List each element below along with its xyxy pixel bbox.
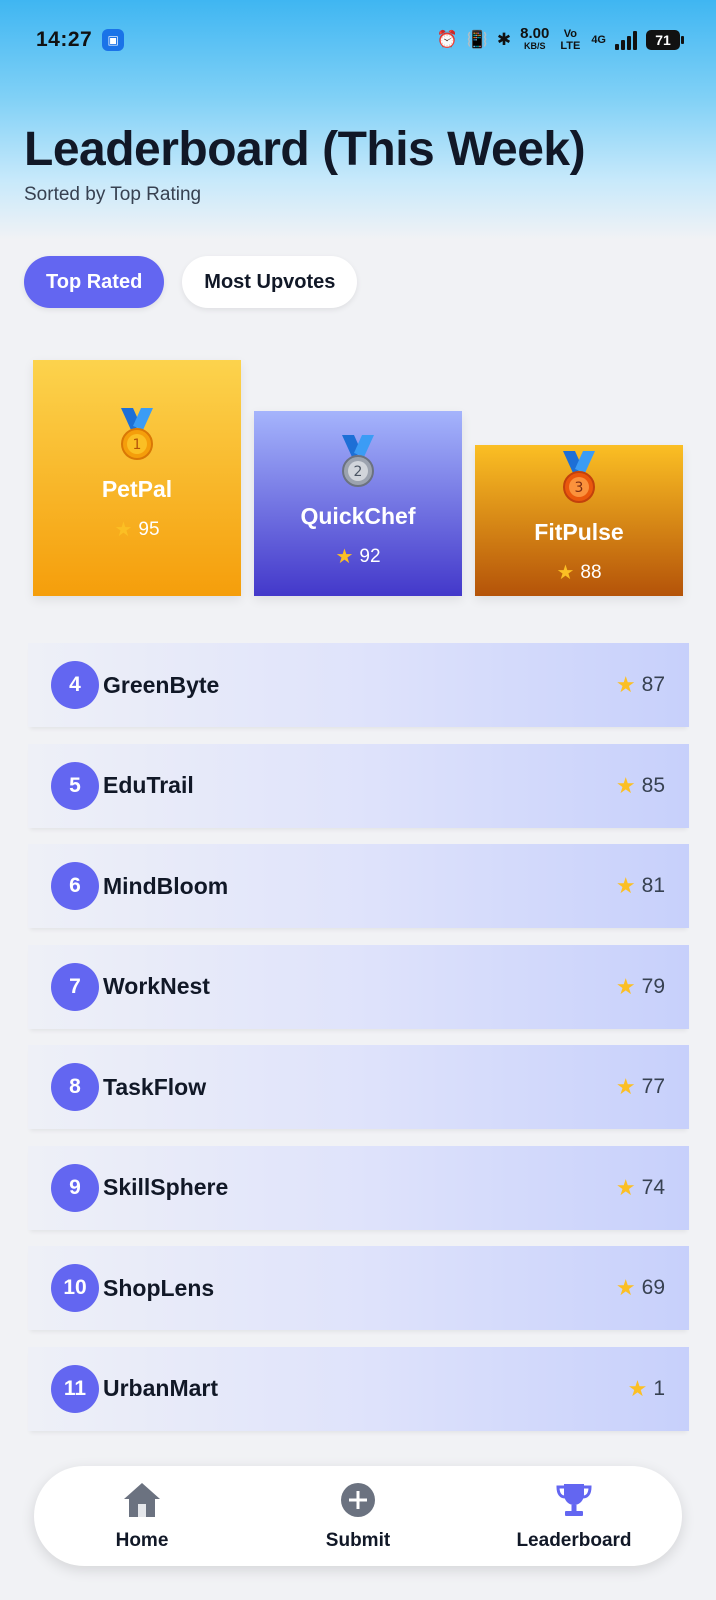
rank-badge: 11 <box>51 1364 99 1413</box>
svg-text:2: 2 <box>354 464 363 480</box>
nav-label: Home <box>115 1530 169 1551</box>
svg-text:1: 1 <box>133 437 142 453</box>
list-item[interactable]: 11 UrbanMart ★ 1 <box>28 1346 689 1431</box>
network-type: 4G <box>591 34 606 46</box>
trophy-icon <box>556 1484 592 1516</box>
star-icon: ★ <box>556 562 575 584</box>
bronze-medal-icon: 3 <box>563 451 595 503</box>
item-score: ★ 1 <box>627 1375 665 1401</box>
star-icon: ★ <box>615 973 636 999</box>
list-item[interactable]: 9 SkillSphere ★ 74 <box>28 1145 689 1230</box>
star-icon: ★ <box>615 873 636 898</box>
star-icon: ★ <box>615 672 636 697</box>
bottom-nav: Home Submit Leaderboard <box>34 1466 682 1566</box>
silver-medal-icon: 2 <box>342 435 374 487</box>
star-icon: ★ <box>114 519 133 541</box>
podium-name: QuickChef <box>300 503 416 529</box>
list-item[interactable]: 5 EduTrail ★ 85 <box>28 743 689 828</box>
item-name: WorkNest <box>103 973 210 999</box>
rank-badge: 4 <box>51 661 99 709</box>
item-score: ★ 81 <box>615 873 665 898</box>
item-score: ★ 69 <box>615 1275 665 1300</box>
list-item[interactable]: 6 MindBloom ★ 81 <box>28 844 689 928</box>
battery-icon: 71 <box>646 30 684 50</box>
alarm-icon: ⏰ <box>436 30 458 49</box>
star-icon: ★ <box>615 1275 636 1300</box>
list-item[interactable]: 7 WorkNest ★ 79 <box>28 944 689 1029</box>
item-score: ★ 74 <box>615 1174 665 1200</box>
item-name: GreenByte <box>103 671 220 698</box>
item-name: EduTrail <box>103 772 194 798</box>
list-item[interactable]: 8 TaskFlow ★ 77 <box>28 1045 689 1129</box>
bluetooth-icon: ✱ <box>496 30 512 49</box>
plus-circle-icon <box>341 1483 375 1517</box>
status-bar: 14:27 ▣ ⏰ 📳 ✱ 8.00 KB/S Vo LTE 4G 71 <box>0 0 716 80</box>
item-score: ★ 77 <box>615 1074 665 1099</box>
nav-submit[interactable]: Submit <box>268 1480 448 1552</box>
item-score: ★ 79 <box>615 973 665 999</box>
home-icon <box>124 1483 160 1517</box>
tab-top-rated[interactable]: Top Rated <box>24 256 165 308</box>
status-indicators: ⏰ 📳 ✱ 8.00 KB/S Vo LTE 4G 71 <box>436 25 684 52</box>
net-speed: 8.00 KB/S <box>520 25 550 51</box>
page-title: Leaderboard (This Week) <box>24 123 586 176</box>
list-item[interactable]: 4 GreenByte ★ 87 <box>28 643 689 727</box>
signal-icon <box>615 30 637 50</box>
rank-badge: 10 <box>51 1264 99 1312</box>
volte-icon: Vo LTE <box>560 28 581 52</box>
page-subtitle: Sorted by Top Rating <box>24 184 202 205</box>
star-icon: ★ <box>615 772 636 798</box>
sort-tabs: Top Rated Most Upvotes <box>24 256 358 308</box>
podium-score: ★ 95 <box>114 518 160 542</box>
podium-score: ★ 92 <box>335 545 381 569</box>
star-icon: ★ <box>615 1074 636 1099</box>
item-score: ★ 85 <box>615 772 665 798</box>
item-name: MindBloom <box>103 872 229 899</box>
star-icon: ★ <box>615 1174 636 1200</box>
star-icon: ★ <box>335 546 354 568</box>
vibrate-icon: 📳 <box>466 30 488 49</box>
item-name: ShopLens <box>103 1274 215 1301</box>
podium-third[interactable]: 3 FitPulse ★ 88 <box>475 445 683 596</box>
status-time: 14:27 <box>36 28 93 51</box>
nav-leaderboard[interactable]: Leaderboard <box>484 1480 664 1552</box>
podium-score: ★ 88 <box>556 561 602 585</box>
podium-name: PetPal <box>101 476 173 502</box>
rank-badge: 7 <box>51 962 99 1011</box>
nav-label: Submit <box>325 1530 391 1551</box>
star-icon: ★ <box>627 1375 648 1401</box>
tab-most-upvotes[interactable]: Most Upvotes <box>182 256 358 308</box>
app-notification-icon: ▣ <box>102 29 125 51</box>
rank-badge: 8 <box>51 1063 99 1111</box>
item-score: ★ 87 <box>615 672 665 697</box>
gold-medal-icon: 1 <box>121 408 153 460</box>
rank-badge: 6 <box>51 862 99 910</box>
podium-second[interactable]: 2 QuickChef ★ 92 <box>254 411 462 596</box>
svg-text:3: 3 <box>575 480 584 496</box>
podium-name: FitPulse <box>534 519 624 545</box>
rank-badge: 9 <box>51 1163 99 1212</box>
nav-label: Leaderboard <box>516 1530 632 1551</box>
podium-first[interactable]: 1 PetPal ★ 95 <box>33 360 241 596</box>
rank-badge: 5 <box>51 761 99 810</box>
item-name: SkillSphere <box>103 1174 229 1200</box>
item-name: TaskFlow <box>103 1073 207 1100</box>
item-name: UrbanMart <box>103 1375 219 1401</box>
rank-list: 4 GreenByte ★ 87 5 EduTrail ★ 85 6 MindBlo… <box>28 643 689 1447</box>
list-item[interactable]: 10 ShopLens ★ 69 <box>28 1246 689 1330</box>
nav-home[interactable]: Home <box>52 1480 232 1552</box>
